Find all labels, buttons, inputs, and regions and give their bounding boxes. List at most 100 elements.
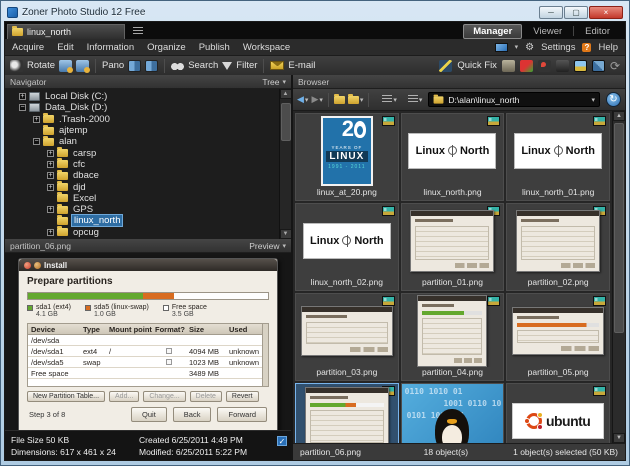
menu-edit[interactable]: Edit <box>57 42 73 53</box>
expander-icon[interactable]: + <box>33 116 40 123</box>
expander-icon[interactable]: + <box>47 150 54 157</box>
gps-icon[interactable] <box>538 60 551 72</box>
tree-item-data-disk[interactable]: −Data_Disk (D:) <box>5 102 291 113</box>
thumbnail-partition-04[interactable]: partition_04.png <box>401 293 505 381</box>
expander-icon[interactable]: + <box>47 172 54 179</box>
folder-up-icon[interactable] <box>334 96 345 104</box>
thumbnail-partition-01[interactable]: partition_01.png <box>401 203 505 291</box>
thumbnail-linux-north[interactable]: LinuxNorth linux_north.png <box>401 113 505 201</box>
menu-organize[interactable]: Organize <box>147 42 186 53</box>
email-button[interactable]: E-mail <box>288 60 315 71</box>
maximize-button[interactable]: ▢ <box>564 6 588 19</box>
tree-item-linux-north[interactable]: linux_north <box>5 215 291 226</box>
browser-scrollbar[interactable]: ▲ ▼ <box>612 111 625 443</box>
thumbnail-linux-at-20[interactable]: 2 YEARS OF LINUX 1991 - 2011 linux_at_20… <box>295 113 399 201</box>
sort-dropdown-icon[interactable]: ▾ <box>393 96 397 104</box>
help-button[interactable]: Help <box>598 42 618 53</box>
thumbnail-partition-03[interactable]: partition_03.png <box>295 293 399 381</box>
pano-3d-icon[interactable] <box>145 60 158 72</box>
back-dropdown-icon[interactable]: ▾ <box>305 96 309 104</box>
settings-button[interactable]: Settings <box>541 42 575 53</box>
thumbnail-partition-06[interactable]: partition_06.png <box>295 383 399 443</box>
mode-editor[interactable]: Editor <box>576 25 619 38</box>
thumbnail-partition-02[interactable]: partition_02.png <box>506 203 610 291</box>
navigator-scrollbar[interactable]: ▲ ▼ <box>279 89 291 239</box>
rotate-right-icon[interactable] <box>76 60 89 72</box>
gear-icon[interactable]: ⚙ <box>525 42 534 53</box>
tree-item-ajtemp[interactable]: ajtemp <box>5 125 291 136</box>
acquire-icon[interactable] <box>10 60 23 72</box>
expander-icon[interactable]: − <box>33 138 40 145</box>
quickfix-icon[interactable] <box>439 60 452 72</box>
thumbnail-partition-05[interactable]: partition_05.png <box>506 293 610 381</box>
tree-item-excel[interactable]: Excel <box>5 193 291 204</box>
menu-publish[interactable]: Publish <box>199 42 230 53</box>
tree-item-local-disk[interactable]: +Local Disk (C:) <box>5 91 291 102</box>
info-check-icon[interactable]: ✓ <box>277 436 287 446</box>
keywords-icon[interactable] <box>556 60 569 72</box>
filter-icon[interactable] <box>222 62 232 70</box>
folders-dropdown-icon[interactable]: ▾ <box>360 96 364 104</box>
tree-item-alan[interactable]: −alan <box>5 136 291 147</box>
menu-workspace[interactable]: Workspace <box>243 42 290 53</box>
tree-item-opcug[interactable]: +opcug <box>5 227 291 238</box>
folder-tab[interactable]: linux_north <box>7 24 125 39</box>
batch-icon[interactable] <box>592 60 605 72</box>
email-icon[interactable] <box>270 61 284 70</box>
tree-item-djd[interactable]: +djd <box>5 181 291 192</box>
expander-icon[interactable]: + <box>47 161 54 168</box>
pano-join-icon[interactable] <box>128 60 141 72</box>
address-bar[interactable]: D:\alan\linux_north ▾ <box>428 92 600 107</box>
address-dropdown-icon[interactable]: ▾ <box>591 96 595 104</box>
tree-item-gps[interactable]: +GPS <box>5 204 291 215</box>
scroll-thumb[interactable] <box>281 103 291 141</box>
enhance-icon[interactable] <box>502 60 515 72</box>
view-dropdown-icon[interactable]: ▾ <box>419 96 423 104</box>
expander-icon[interactable]: + <box>47 206 54 213</box>
filter-button[interactable]: Filter <box>236 60 257 71</box>
tab-list-icon[interactable] <box>133 27 143 36</box>
tree-item-carsp[interactable]: +carsp <box>5 147 291 158</box>
mode-manager[interactable]: Manager <box>463 24 522 39</box>
scroll-up-icon[interactable]: ▲ <box>280 89 292 99</box>
quickfix-button[interactable]: Quick Fix <box>457 60 497 71</box>
mode-viewer[interactable]: Viewer <box>524 25 571 38</box>
navigator-view-select[interactable]: Tree <box>262 77 279 87</box>
scroll-up-icon[interactable]: ▲ <box>613 111 625 121</box>
menu-information[interactable]: Information <box>87 42 135 53</box>
tree-item-trash[interactable]: +.Trash-2000 <box>5 114 291 125</box>
preview-view-dropdown-icon[interactable]: ▾ <box>282 242 286 250</box>
thumbnail-tux[interactable]: 0110 1010 01 1001 0110 10 0101 1001 01 <box>401 383 505 443</box>
rotate-left-icon[interactable] <box>59 60 72 72</box>
view-mode-icon[interactable] <box>408 95 418 104</box>
forward-icon[interactable]: ▶ <box>311 94 318 105</box>
edit-image-icon[interactable] <box>574 60 587 72</box>
menu-acquire[interactable]: Acquire <box>12 42 44 53</box>
search-icon[interactable] <box>171 60 184 72</box>
sync-icon[interactable]: ⟳ <box>610 59 620 73</box>
preview-view-select[interactable]: Preview <box>249 241 279 251</box>
expander-icon[interactable]: + <box>19 93 26 100</box>
close-button[interactable]: × <box>589 6 623 19</box>
thumbnail-linux-north-01[interactable]: LinuxNorth linux_north_01.png <box>506 113 610 201</box>
expander-icon[interactable]: − <box>19 104 26 111</box>
back-icon[interactable]: ◀ <box>297 94 304 105</box>
refresh-icon[interactable]: ↻ <box>606 92 621 107</box>
scroll-down-icon[interactable]: ▼ <box>613 433 625 443</box>
thumbnail-ubuntu[interactable]: ubuntu <box>506 383 610 443</box>
expander-icon[interactable]: + <box>47 229 54 236</box>
levels-icon[interactable] <box>520 60 533 72</box>
forward-dropdown-icon[interactable]: ▾ <box>319 96 323 104</box>
monitor-dropdown-icon[interactable]: ▾ <box>515 43 519 51</box>
scroll-thumb[interactable] <box>614 123 624 333</box>
navigator-view-dropdown-icon[interactable]: ▾ <box>282 78 286 86</box>
search-button[interactable]: Search <box>188 60 218 71</box>
help-icon[interactable]: ? <box>582 43 591 52</box>
favorite-folders-icon[interactable] <box>348 96 359 104</box>
minimize-button[interactable]: ─ <box>539 6 563 19</box>
tree-item-cfc[interactable]: +cfc <box>5 159 291 170</box>
thumbnail-linux-north-02[interactable]: LinuxNorth linux_north_02.png <box>295 203 399 291</box>
expander-icon[interactable]: + <box>47 184 54 191</box>
preview-pane[interactable]: Install Prepare partitions sda1 (ext4)4.… <box>5 253 291 430</box>
sort-icon[interactable] <box>382 95 392 104</box>
